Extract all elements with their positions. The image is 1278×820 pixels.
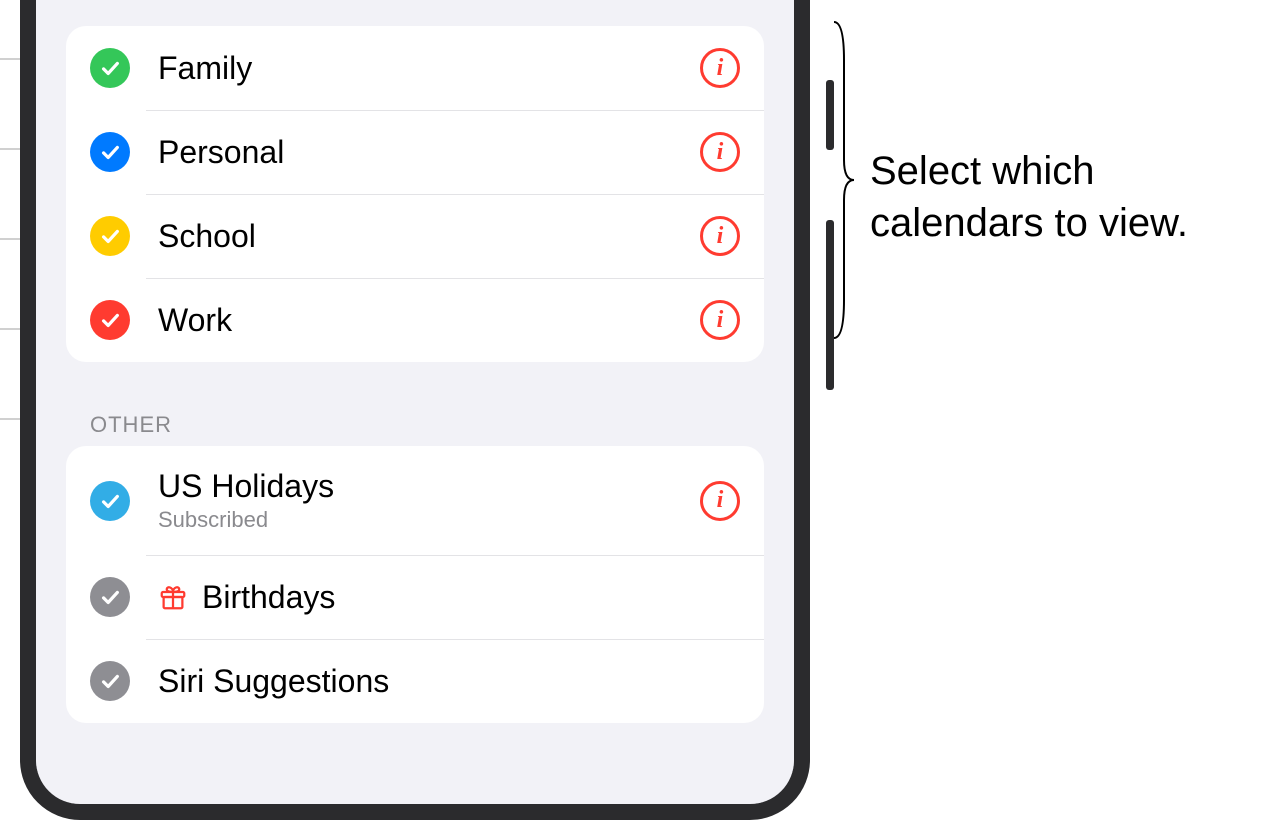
calendar-row-school[interactable]: School i: [66, 194, 764, 278]
callout-bracket: [832, 20, 856, 340]
gift-icon: [158, 582, 188, 612]
checkmark-icon[interactable]: [90, 216, 130, 256]
calendar-row-us-holidays[interactable]: US Holidays Subscribed i: [66, 446, 764, 555]
checkmark-icon[interactable]: [90, 48, 130, 88]
calendar-row-family[interactable]: Family i: [66, 26, 764, 110]
calendar-subtitle: Subscribed: [158, 507, 700, 533]
checkmark-icon[interactable]: [90, 577, 130, 617]
phone-screen: Family i Personal i School: [36, 0, 794, 804]
calendar-row-personal[interactable]: Personal i: [66, 110, 764, 194]
info-icon[interactable]: i: [700, 48, 740, 88]
calendar-row-siri-suggestions[interactable]: Siri Suggestions: [66, 639, 764, 723]
checkmark-icon[interactable]: [90, 300, 130, 340]
info-icon[interactable]: i: [700, 132, 740, 172]
info-icon[interactable]: i: [700, 300, 740, 340]
calendar-label: Family: [158, 50, 700, 87]
calendar-label: Work: [158, 302, 700, 339]
calendar-row-birthdays[interactable]: Birthdays: [66, 555, 764, 639]
calendar-group-main: Family i Personal i School: [66, 26, 764, 362]
calendar-row-work[interactable]: Work i: [66, 278, 764, 362]
calendar-label: Personal: [158, 134, 700, 171]
callout-text: Select which calendars to view.: [870, 145, 1278, 249]
phone-frame: Family i Personal i School: [20, 0, 810, 820]
checkmark-icon[interactable]: [90, 132, 130, 172]
calendar-label: Birthdays: [202, 579, 335, 616]
background-grid: [0, 0, 22, 420]
checkmark-icon[interactable]: [90, 481, 130, 521]
info-icon[interactable]: i: [700, 481, 740, 521]
checkmark-icon[interactable]: [90, 661, 130, 701]
calendar-group-other: US Holidays Subscribed i: [66, 446, 764, 723]
calendar-label: School: [158, 218, 700, 255]
calendar-label: US Holidays: [158, 468, 700, 505]
section-header-other: OTHER: [90, 412, 764, 438]
info-icon[interactable]: i: [700, 216, 740, 256]
calendar-label: Siri Suggestions: [158, 663, 740, 700]
